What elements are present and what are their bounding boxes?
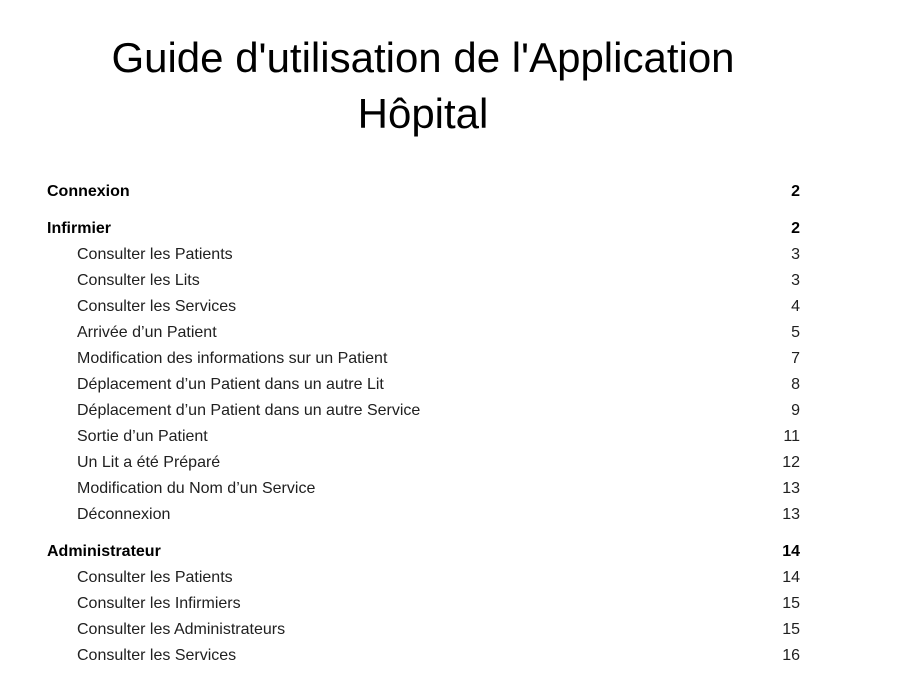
toc-entry-page: 3 xyxy=(791,246,800,263)
toc-entry-admin-consulter-patients[interactable]: Consulter les Patients 14 xyxy=(47,565,800,591)
toc-entry-admin-consulter-services[interactable]: Consulter les Services 16 xyxy=(47,643,800,669)
toc-entry-page: 3 xyxy=(791,272,800,289)
toc-entry-page: 16 xyxy=(782,647,800,664)
toc-entry-label: Consulter les Infirmiers xyxy=(77,595,241,612)
toc-entry-modification-informations[interactable]: Modification des informations sur un Pat… xyxy=(47,346,800,372)
toc-entry-page: 15 xyxy=(782,595,800,612)
toc-entry-label: Consulter les Lits xyxy=(77,272,200,289)
document-title: Guide d'utilisation de l'Application Hôp… xyxy=(111,34,735,137)
toc-entry-page: 9 xyxy=(791,402,800,419)
toc-entry-label: Consulter les Patients xyxy=(77,246,233,263)
toc-entry-connexion[interactable]: Connexion 2 xyxy=(47,179,800,205)
toc-entry-label: Déplacement d’un Patient dans un autre S… xyxy=(77,402,421,419)
toc-entry-page: 5 xyxy=(791,324,800,341)
toc-entry-page: 11 xyxy=(783,428,800,445)
toc-entry-page: 2 xyxy=(791,220,800,237)
toc-entry-label: Modification du Nom d’un Service xyxy=(77,480,316,497)
toc-entry-label: Arrivée d’un Patient xyxy=(77,324,217,341)
toc-entry-deplacement-lit[interactable]: Déplacement d’un Patient dans un autre L… xyxy=(47,372,800,398)
toc-entry-page: 7 xyxy=(791,350,800,367)
toc-entry-label: Consulter les Administrateurs xyxy=(77,621,286,638)
toc-entry-lit-prepare[interactable]: Un Lit a été Préparé 12 xyxy=(47,450,800,476)
toc-entry-label: Consulter les Patients xyxy=(77,569,233,586)
toc-entry-label: Modification des informations sur un Pat… xyxy=(77,350,388,367)
toc-entry-label: Sortie d’un Patient xyxy=(77,428,208,445)
toc-entry-sortie-patient[interactable]: Sortie d’un Patient 11 xyxy=(47,424,800,450)
toc-entry-page: 8 xyxy=(791,376,800,393)
toc-entry-deconnexion[interactable]: Déconnexion 13 xyxy=(47,502,800,528)
toc-entry-page: 4 xyxy=(791,298,800,315)
toc-entry-infirmier[interactable]: Infirmier 2 xyxy=(47,216,800,242)
toc-entry-admin-consulter-infirmiers[interactable]: Consulter les Infirmiers 15 xyxy=(47,591,800,617)
toc-entry-label: Un Lit a été Préparé xyxy=(77,454,221,471)
toc-entry-label: Infirmier xyxy=(47,220,112,237)
toc-entry-page: 2 xyxy=(791,183,800,200)
toc-entry-admin-consulter-administrateurs[interactable]: Consulter les Administrateurs 15 xyxy=(47,617,800,643)
toc-entry-deplacement-service[interactable]: Déplacement d’un Patient dans un autre S… xyxy=(47,398,800,424)
toc-entry-page: 14 xyxy=(782,569,800,586)
toc-entry-page: 15 xyxy=(782,621,800,638)
toc-entry-administrateur[interactable]: Administrateur 14 xyxy=(47,539,800,565)
toc-entry-consulter-services[interactable]: Consulter les Services 4 xyxy=(47,294,800,320)
toc-entry-page: 12 xyxy=(782,454,800,471)
toc-entry-label: Déplacement d’un Patient dans un autre L… xyxy=(77,376,384,393)
toc-entry-label: Connexion xyxy=(47,183,130,200)
toc-entry-label: Consulter les Services xyxy=(77,298,237,315)
toc-entry-page: 14 xyxy=(782,543,800,560)
table-of-contents: Connexion 2 Infirmier 2 Consulter les Pa… xyxy=(47,179,800,669)
toc-entry-label: Administrateur xyxy=(47,543,161,560)
toc-entry-arrivee-patient[interactable]: Arrivée d’un Patient 5 xyxy=(47,320,800,346)
toc-entry-page: 13 xyxy=(782,480,800,497)
toc-entry-modification-nom-service[interactable]: Modification du Nom d’un Service 13 xyxy=(47,476,800,502)
toc-entry-label: Consulter les Services xyxy=(77,647,237,664)
toc-entry-page: 13 xyxy=(782,506,800,523)
toc-entry-consulter-patients[interactable]: Consulter les Patients 3 xyxy=(47,242,800,268)
toc-entry-label: Déconnexion xyxy=(77,506,171,523)
toc-entry-consulter-lits[interactable]: Consulter les Lits 3 xyxy=(47,268,800,294)
